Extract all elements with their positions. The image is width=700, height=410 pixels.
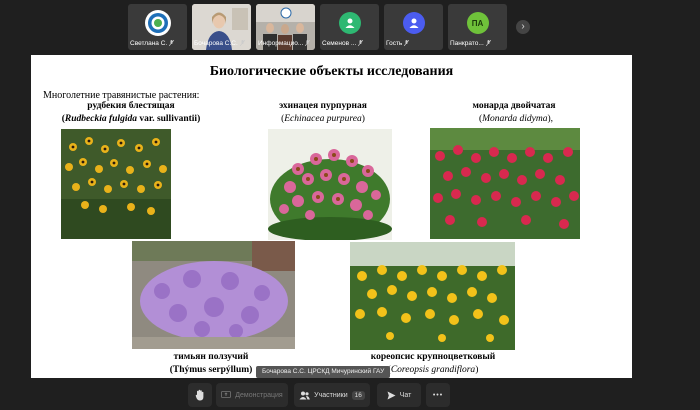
org-logo-icon — [144, 10, 171, 36]
photo-echinacea — [268, 129, 392, 240]
slide-subhead: Многолетние травянистые растения: — [43, 90, 200, 101]
photo-monarda — [430, 128, 580, 239]
plant-name-thymus: тимьян ползучий — [173, 352, 249, 362]
participant-tile-bocharova[interactable]: Бочарова С.С. — [192, 4, 251, 50]
photo-coreopsis — [350, 242, 515, 350]
user-avatar-icon — [338, 12, 361, 34]
participant-name: Информацио... — [258, 40, 304, 47]
more-options-button[interactable]: ••• — [426, 383, 450, 407]
plant-name-coreopsis: кореопсис крупноцветковый — [370, 352, 496, 362]
mic-off-icon — [305, 40, 311, 47]
mic-off-icon — [169, 40, 175, 47]
chat-button[interactable]: Чат — [377, 383, 421, 407]
participant-tile-pankratov[interactable]: ПА Панкрато... — [448, 4, 507, 50]
initials-avatar: ПА — [466, 12, 489, 34]
mic-off-icon — [239, 40, 245, 47]
screen-share-area: Биологические объекты исследования Много… — [0, 52, 700, 378]
participant-tile-svetlana[interactable]: Светлана С. — [128, 4, 187, 50]
plant-name-rudbeckia: рудбекия блестящая — [87, 101, 175, 111]
plant-latin-monarda: (Monarda didyma), — [478, 114, 554, 124]
participant-tile-guest[interactable]: Гость — [384, 4, 443, 50]
plant-latin-rudbeckia: (Rudbeckia fulgida var. sullivantii) — [61, 114, 201, 124]
participant-name: Светлана С. — [130, 40, 168, 47]
chevron-right-icon[interactable]: › — [516, 20, 530, 34]
plant-latin-echinacea: (Echinacea purpurea) — [281, 114, 365, 124]
slide-title: Биологические объекты исследования — [209, 64, 454, 79]
active-speaker-label: Бочарова С.С. ЦРСКД Мичуринский ГАУ — [256, 366, 391, 378]
participants-label: Участники — [314, 391, 348, 399]
participant-tile-semenov[interactable]: Семенов ... — [320, 4, 379, 50]
participant-tile-info[interactable]: Информацио... — [256, 4, 315, 50]
participants-count-badge: 16 — [351, 390, 365, 400]
presentation-slide: Биологические объекты исследования Много… — [31, 55, 632, 378]
raise-hand-button[interactable] — [188, 383, 212, 407]
hand-icon — [195, 389, 204, 401]
people-icon — [299, 391, 310, 399]
participants-strip: Светлана С. Бочарова С.С. Информацио... … — [0, 0, 700, 52]
mic-off-icon — [485, 40, 491, 47]
screen-share-icon — [221, 391, 232, 398]
participants-button[interactable]: Участники 16 — [294, 383, 370, 407]
user-avatar-icon — [402, 12, 425, 34]
mic-off-icon — [404, 40, 410, 47]
photo-rudbeckia — [61, 129, 171, 239]
more-dots-icon: ••• — [432, 391, 444, 399]
bottom-toolbar: Демонстрация Участники 16 Чат ••• — [0, 380, 700, 410]
photo-thymus — [132, 241, 295, 349]
plant-name-monarda: монарда двойчатая — [472, 101, 556, 111]
participant-name: Панкрато... — [450, 40, 484, 47]
send-icon — [387, 391, 396, 399]
mic-off-icon — [358, 40, 364, 47]
participant-name: Бочарова С.С. — [194, 40, 238, 47]
participant-name: Семенов ... — [322, 40, 357, 47]
plant-name-echinacea: эхинацея пурпурная — [279, 101, 367, 111]
chat-label: Чат — [399, 391, 412, 399]
conference-window: Светлана С. Бочарова С.С. Информацио... … — [0, 0, 700, 410]
participant-name: Гость — [386, 40, 403, 47]
screen-share-button[interactable]: Демонстрация — [216, 383, 288, 407]
screen-share-label: Демонстрация — [235, 391, 283, 399]
